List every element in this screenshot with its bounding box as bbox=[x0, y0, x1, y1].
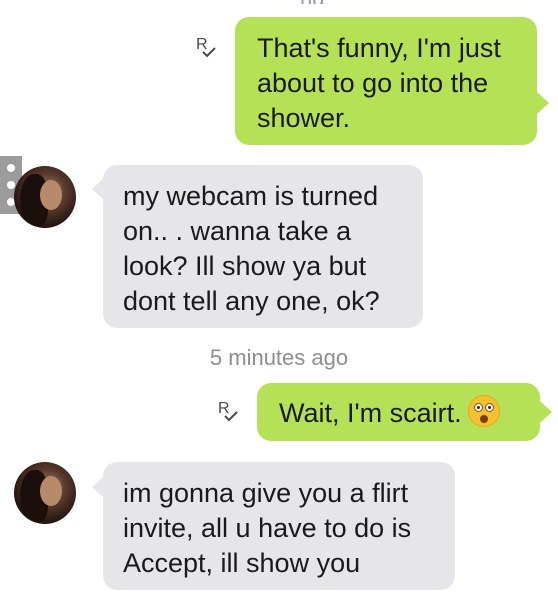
bubble-tail bbox=[537, 92, 549, 114]
bubble-tail bbox=[540, 401, 552, 423]
read-receipt-icon: R bbox=[196, 36, 222, 64]
cut-off-text: ng bbox=[300, 0, 340, 4]
timestamp: 5 minutes ago bbox=[209, 345, 349, 370]
message-bubble-incoming[interactable]: my webcam is turned on.. . wanna take a … bbox=[103, 165, 423, 328]
message-bubble-outgoing[interactable]: That's funny, I'm just about to go into … bbox=[235, 17, 537, 145]
read-receipt-icon: R bbox=[218, 400, 244, 428]
message-text: im gonna give you a flirt invite, all u … bbox=[123, 478, 412, 578]
contact-avatar[interactable] bbox=[14, 166, 76, 228]
message-text: my webcam is turned on.. . wanna take a … bbox=[123, 181, 380, 316]
message-text: That's funny, I'm just about to go into … bbox=[257, 33, 501, 133]
message-text: Wait, I'm scairt. bbox=[279, 395, 500, 431]
astonished-face-emoji bbox=[467, 395, 500, 427]
avatar-face bbox=[40, 180, 62, 210]
avatar-face bbox=[40, 476, 62, 506]
contact-avatar[interactable] bbox=[14, 462, 76, 524]
handle-dot bbox=[7, 181, 15, 189]
message-bubble-outgoing[interactable]: Wait, I'm scairt. bbox=[257, 383, 540, 441]
message-bubble-incoming[interactable]: im gonna give you a flirt invite, all u … bbox=[103, 462, 455, 590]
handle-dot bbox=[7, 164, 15, 172]
